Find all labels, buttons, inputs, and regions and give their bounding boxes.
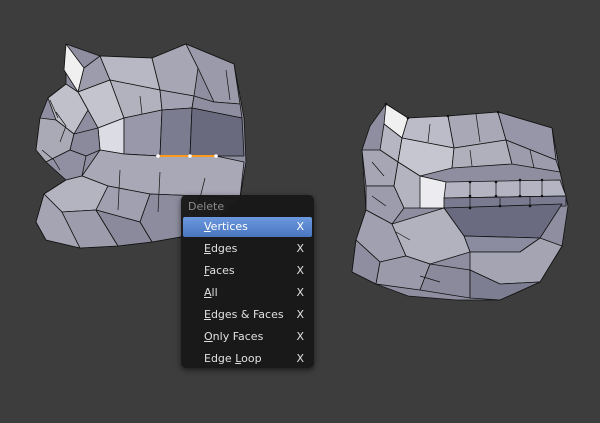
menu-item-label: Vertices bbox=[204, 220, 248, 233]
menu-item-label: Only Faces bbox=[204, 330, 264, 343]
shortcut-label: X bbox=[296, 220, 304, 233]
menu-item-edges-and-faces[interactable]: Edges & Faces X bbox=[183, 305, 312, 325]
menu-item-edges[interactable]: Edges X bbox=[183, 239, 312, 259]
shortcut-label: X bbox=[296, 286, 304, 299]
menu-item-vertices[interactable]: Vertices X bbox=[183, 217, 312, 237]
menu-item-only-faces[interactable]: Only Faces X bbox=[183, 327, 312, 347]
menu-item-all[interactable]: All X bbox=[183, 283, 312, 303]
shortcut-label: X bbox=[296, 330, 304, 343]
menu-item-label: Edge Loop bbox=[204, 352, 262, 365]
menu-item-label: All bbox=[204, 286, 218, 299]
menu-title: Delete bbox=[188, 200, 225, 213]
menu-item-edge-loop[interactable]: Edge Loop X bbox=[183, 349, 312, 369]
shortcut-label: X bbox=[296, 352, 304, 365]
menu-item-label: Faces bbox=[204, 264, 235, 277]
delete-menu: Delete Vertices X Edges X Faces X All X … bbox=[181, 195, 314, 368]
shortcut-label: X bbox=[296, 308, 304, 321]
menu-item-label: Edges & Faces bbox=[204, 308, 284, 321]
menu-item-label: Edges bbox=[204, 242, 238, 255]
shortcut-label: X bbox=[296, 264, 304, 277]
menu-item-faces[interactable]: Faces X bbox=[183, 261, 312, 281]
mesh-right bbox=[351, 102, 569, 301]
shortcut-label: X bbox=[296, 242, 304, 255]
